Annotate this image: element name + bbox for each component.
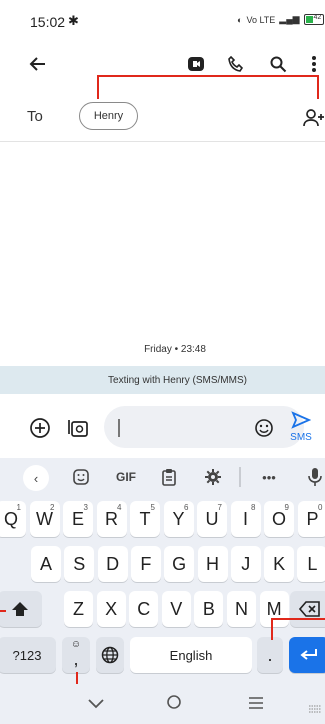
toolbar-divider (239, 467, 241, 487)
recipient-row: To Henry (0, 96, 325, 142)
key-o[interactable]: O9 (264, 501, 294, 537)
key-z[interactable]: Z (64, 591, 93, 627)
nav-recents-icon[interactable] (248, 696, 264, 714)
space-key[interactable]: English (130, 637, 252, 673)
key-p[interactable]: P0 (297, 501, 325, 537)
key-v[interactable]: V (161, 591, 191, 627)
send-icon (291, 411, 312, 429)
emoji-icon[interactable] (250, 414, 278, 442)
key-t[interactable]: T5 (130, 501, 160, 537)
microphone-icon[interactable] (306, 463, 324, 491)
signal-icon: ▂▄▆ (279, 14, 300, 24)
symbols-key[interactable]: ?123 (0, 637, 56, 673)
battery-icon: 42 (303, 14, 324, 25)
gallery-icon[interactable] (64, 414, 92, 442)
emoji-comma-key[interactable]: ☺ , (62, 637, 90, 673)
add-attachment-icon[interactable] (26, 414, 54, 442)
sms-banner: Texting with Henry (SMS/MMS) (0, 366, 325, 394)
key-h[interactable]: H (197, 546, 228, 582)
key-u[interactable]: U7 (197, 501, 227, 537)
more-options-icon[interactable] (304, 50, 324, 78)
period-key[interactable]: . (257, 637, 283, 673)
key-q[interactable]: Q1 (0, 501, 26, 537)
sticker-icon[interactable] (70, 463, 92, 491)
settings-gear-icon: ✱ (68, 13, 79, 28)
key-d[interactable]: D (97, 546, 128, 582)
key-j[interactable]: J (230, 546, 261, 582)
status-icons: ◐ Vo LTE ▂▄▆ 42 (237, 14, 324, 25)
text-cursor (118, 419, 120, 437)
emoji-key-icon: ☺ (70, 639, 82, 650)
video-call-icon[interactable] (182, 50, 210, 78)
key-b[interactable]: B (194, 591, 224, 627)
gif-button[interactable]: GIF (109, 463, 143, 491)
key-c[interactable]: C (129, 591, 159, 627)
send-sms-label: SMS (290, 432, 312, 443)
nav-hide-keyboard-chevron-icon[interactable] (88, 696, 104, 714)
key-y[interactable]: Y6 (163, 501, 194, 537)
add-recipient-icon[interactable] (300, 104, 325, 132)
back-arrow-icon[interactable] (24, 50, 52, 78)
send-sms-button[interactable]: SMS (286, 411, 316, 443)
key-n[interactable]: N (227, 591, 256, 627)
network-label: Vo LTE (246, 14, 276, 25)
callout-line-shift (0, 610, 6, 612)
search-icon[interactable] (264, 50, 292, 78)
more-toolbar-icon[interactable]: ••• (258, 463, 280, 491)
message-date: Friday • 23:48 (144, 344, 206, 355)
key-l[interactable]: L (297, 546, 325, 582)
nav-bar (0, 684, 325, 724)
to-label: To (27, 108, 43, 125)
keyboard-collapse-chevron-icon[interactable]: ‹ (23, 465, 49, 491)
key-e[interactable]: E3 (63, 501, 93, 537)
phone-call-icon[interactable] (222, 50, 250, 78)
status-bar: 15:02 ✱ ◐ Vo LTE ▂▄▆ 42 (0, 0, 325, 48)
nav-home-icon[interactable] (166, 694, 182, 715)
key-w[interactable]: W2 (29, 501, 60, 537)
key-g[interactable]: G (164, 546, 195, 582)
key-f[interactable]: F (130, 546, 161, 582)
recipient-chip[interactable]: Henry (79, 102, 138, 130)
nav-keyboard-switch-icon[interactable] (308, 700, 322, 718)
callout-line-period (271, 618, 325, 640)
key-i[interactable]: I8 (230, 501, 261, 537)
key-a[interactable]: A (31, 546, 61, 582)
key-k[interactable]: K (264, 546, 295, 582)
language-globe-icon[interactable] (96, 637, 124, 673)
key-r[interactable]: R4 (96, 501, 127, 537)
shift-key[interactable] (0, 591, 42, 627)
key-s[interactable]: S (64, 546, 95, 582)
clipboard-icon[interactable] (158, 463, 180, 491)
mute-icon: ◐ (237, 14, 243, 25)
conversation-area (0, 143, 325, 366)
comma-key-label: , (73, 648, 79, 669)
keyboard-settings-gear-icon[interactable] (202, 463, 224, 491)
status-time: 15:02 (30, 14, 66, 30)
key-x[interactable]: X (96, 591, 126, 627)
enter-key[interactable] (289, 637, 325, 673)
